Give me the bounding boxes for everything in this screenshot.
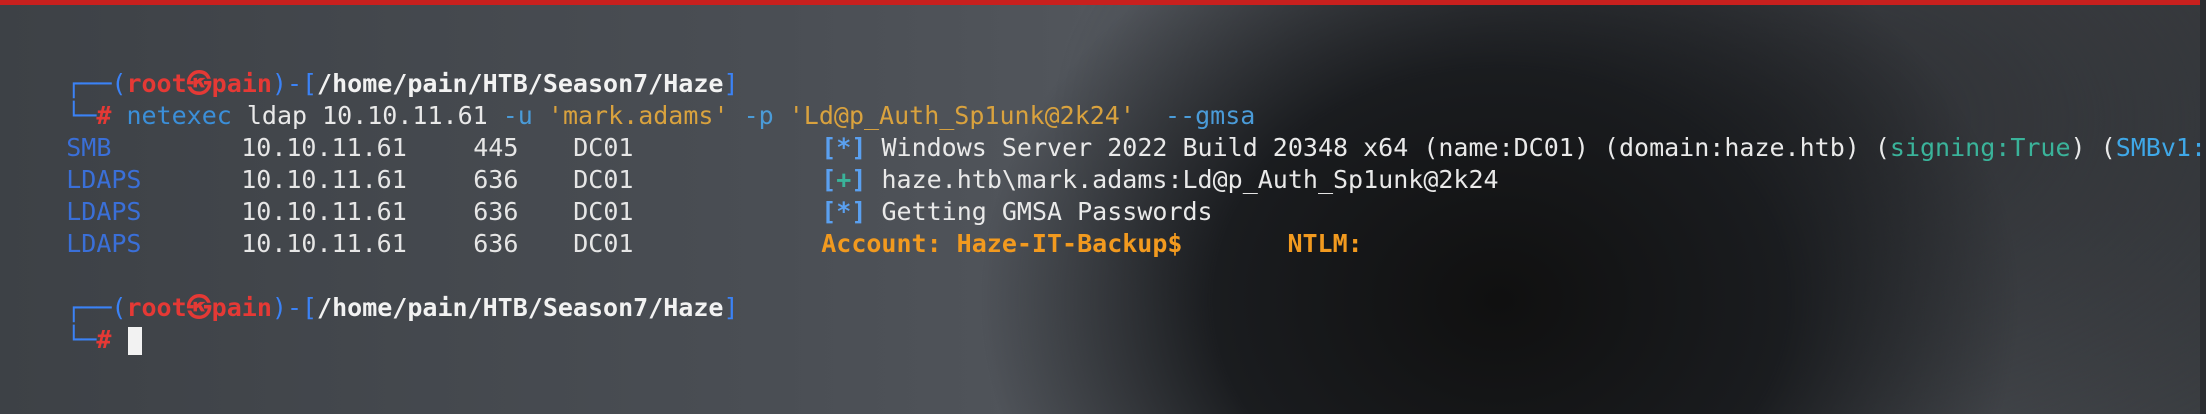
output-row: LDAPS 10.10.11.61 636 DC01 [*] Getting GMSA …	[6, 164, 2186, 226]
output-row: LDAPS 10.10.11.61 636 DC01 Account: Haze-IT-…	[6, 196, 2186, 258]
output-row: SMB 10.10.11.61 445 DC01 [*] Windows Server …	[6, 100, 2206, 162]
window-right-edge	[2200, 0, 2206, 414]
output-row: LDAPS 10.10.11.61 636 DC01 [+] haze.htb\mark…	[6, 132, 2186, 194]
window-top-bar	[0, 0, 2206, 5]
text-cursor[interactable]	[128, 327, 143, 355]
prompt-corner: └─	[66, 325, 97, 354]
command-line: └─# netexec ldap 10.10.11.61 -u 'mark.ad…	[6, 68, 2186, 130]
input-line[interactable]: └─#	[6, 292, 2186, 355]
prompt-hash: #	[96, 325, 127, 354]
terminal-output[interactable]: ┌──(root㉿pain)-[/home/pain/HTB/Season7/H…	[6, 36, 2206, 355]
prompt-line-2: ┌──(root㉿pain)-[/home/pain/HTB/Season7/H…	[6, 260, 2186, 322]
prompt-line-1: ┌──(root㉿pain)-[/home/pain/HTB/Season7/H…	[6, 36, 2186, 98]
